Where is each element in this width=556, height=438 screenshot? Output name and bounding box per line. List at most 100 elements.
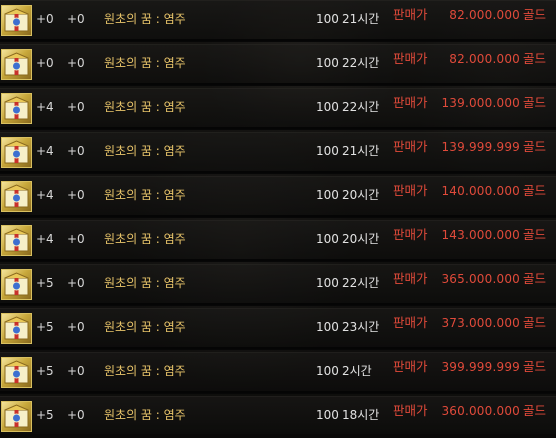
item-box-icon[interactable]	[1, 137, 32, 168]
price-label: 판매가	[393, 139, 428, 154]
price-label: 판매가	[393, 403, 428, 418]
enhance-level: +5	[36, 408, 54, 422]
currency-label: 골드	[523, 403, 547, 418]
time-remaining: 20시간	[342, 232, 380, 246]
currency-label: 골드	[523, 315, 547, 330]
item-name[interactable]: 원초의 꿈 : 염주	[104, 364, 186, 378]
time-remaining: 18시간	[342, 408, 380, 422]
enhance-level: +0	[36, 56, 54, 70]
refine-level: +0	[67, 56, 85, 70]
item-name[interactable]: 원초의 꿈 : 염주	[104, 276, 186, 290]
currency-label: 골드	[523, 139, 547, 154]
enhance-level: +4	[36, 144, 54, 158]
price-value: 82.000.000	[449, 8, 520, 22]
item-quantity: 100	[316, 56, 339, 70]
price-value: 365.000.000	[441, 272, 520, 286]
item-box-icon[interactable]	[1, 269, 32, 300]
refine-level: +0	[67, 12, 85, 26]
item-name[interactable]: 원초의 꿈 : 염주	[104, 232, 186, 246]
list-item[interactable]: +4 +0 원초의 꿈 : 염주 100 21시간 판매가 139.999.99…	[0, 132, 556, 174]
item-box-icon[interactable]	[1, 225, 32, 256]
time-remaining: 22시간	[342, 100, 380, 114]
enhance-level: +4	[36, 100, 54, 114]
enhance-level: +4	[36, 232, 54, 246]
price-label: 판매가	[393, 95, 428, 110]
item-name[interactable]: 원초의 꿈 : 염주	[104, 100, 186, 114]
item-box-icon[interactable]	[1, 93, 32, 124]
price-value: 82.000.000	[449, 52, 520, 66]
item-box-icon[interactable]	[1, 181, 32, 212]
price-label: 판매가	[393, 7, 428, 22]
footer-strip	[0, 434, 556, 438]
enhance-level: +0	[36, 12, 54, 26]
list-item[interactable]: +4 +0 원초의 꿈 : 염주 100 20시간 판매가 140.000.00…	[0, 176, 556, 218]
time-remaining: 21시간	[342, 12, 380, 26]
list-item[interactable]: +4 +0 원초의 꿈 : 염주 100 20시간 판매가 143.000.00…	[0, 220, 556, 262]
item-box-icon[interactable]	[1, 49, 32, 80]
refine-level: +0	[67, 144, 85, 158]
item-quantity: 100	[316, 100, 339, 114]
price-label: 판매가	[393, 271, 428, 286]
list-item[interactable]: +5 +0 원초의 꿈 : 염주 100 2시간 판매가 399.999.999…	[0, 352, 556, 394]
refine-level: +0	[67, 408, 85, 422]
enhance-level: +5	[36, 364, 54, 378]
price-label: 판매가	[393, 227, 428, 242]
list-item[interactable]: +5 +0 원초의 꿈 : 염주 100 22시간 판매가 365.000.00…	[0, 264, 556, 306]
price-label: 판매가	[393, 183, 428, 198]
item-name[interactable]: 원초의 꿈 : 염주	[104, 408, 186, 422]
time-remaining: 20시간	[342, 188, 380, 202]
refine-level: +0	[67, 100, 85, 114]
currency-label: 골드	[523, 359, 547, 374]
currency-label: 골드	[523, 227, 547, 242]
refine-level: +0	[67, 320, 85, 334]
currency-label: 골드	[523, 183, 547, 198]
item-box-icon[interactable]	[1, 401, 32, 432]
list-item[interactable]: +0 +0 원초의 꿈 : 염주 100 22시간 판매가 82.000.000…	[0, 44, 556, 86]
item-name[interactable]: 원초의 꿈 : 염주	[104, 56, 186, 70]
item-quantity: 100	[316, 320, 339, 334]
time-remaining: 2시간	[342, 364, 372, 378]
refine-level: +0	[67, 276, 85, 290]
time-remaining: 22시간	[342, 276, 380, 290]
list-item[interactable]: +0 +0 원초의 꿈 : 염주 100 21시간 판매가 82.000.000…	[0, 0, 556, 42]
price-label: 판매가	[393, 51, 428, 66]
item-quantity: 100	[316, 232, 339, 246]
currency-label: 골드	[523, 51, 547, 66]
item-box-icon[interactable]	[1, 5, 32, 36]
time-remaining: 22시간	[342, 56, 380, 70]
price-value: 139.999.999	[441, 140, 520, 154]
item-name[interactable]: 원초의 꿈 : 염주	[104, 320, 186, 334]
list-item[interactable]: +4 +0 원초의 꿈 : 염주 100 22시간 판매가 139.000.00…	[0, 88, 556, 130]
auction-listing: +0 +0 원초의 꿈 : 염주 100 21시간 판매가 82.000.000…	[0, 0, 556, 438]
price-label: 판매가	[393, 315, 428, 330]
time-remaining: 23시간	[342, 320, 380, 334]
item-quantity: 100	[316, 364, 339, 378]
item-quantity: 100	[316, 144, 339, 158]
list-item[interactable]: +5 +0 원초의 꿈 : 염주 100 18시간 판매가 360.000.00…	[0, 396, 556, 438]
enhance-level: +4	[36, 188, 54, 202]
refine-level: +0	[67, 188, 85, 202]
price-label: 판매가	[393, 359, 428, 374]
item-name[interactable]: 원초의 꿈 : 염주	[104, 12, 186, 26]
time-remaining: 21시간	[342, 144, 380, 158]
refine-level: +0	[67, 232, 85, 246]
item-quantity: 100	[316, 408, 339, 422]
list-item[interactable]: +5 +0 원초의 꿈 : 염주 100 23시간 판매가 373.000.00…	[0, 308, 556, 350]
price-value: 399.999.999	[441, 360, 520, 374]
refine-level: +0	[67, 364, 85, 378]
item-quantity: 100	[316, 276, 339, 290]
item-box-icon[interactable]	[1, 313, 32, 344]
item-name[interactable]: 원초의 꿈 : 염주	[104, 144, 186, 158]
currency-label: 골드	[523, 7, 547, 22]
price-value: 143.000.000	[441, 228, 520, 242]
price-value: 140.000.000	[441, 184, 520, 198]
currency-label: 골드	[523, 95, 547, 110]
currency-label: 골드	[523, 271, 547, 286]
price-value: 139.000.000	[441, 96, 520, 110]
enhance-level: +5	[36, 320, 54, 334]
price-value: 373.000.000	[441, 316, 520, 330]
enhance-level: +5	[36, 276, 54, 290]
item-box-icon[interactable]	[1, 357, 32, 388]
item-name[interactable]: 원초의 꿈 : 염주	[104, 188, 186, 202]
item-quantity: 100	[316, 12, 339, 26]
